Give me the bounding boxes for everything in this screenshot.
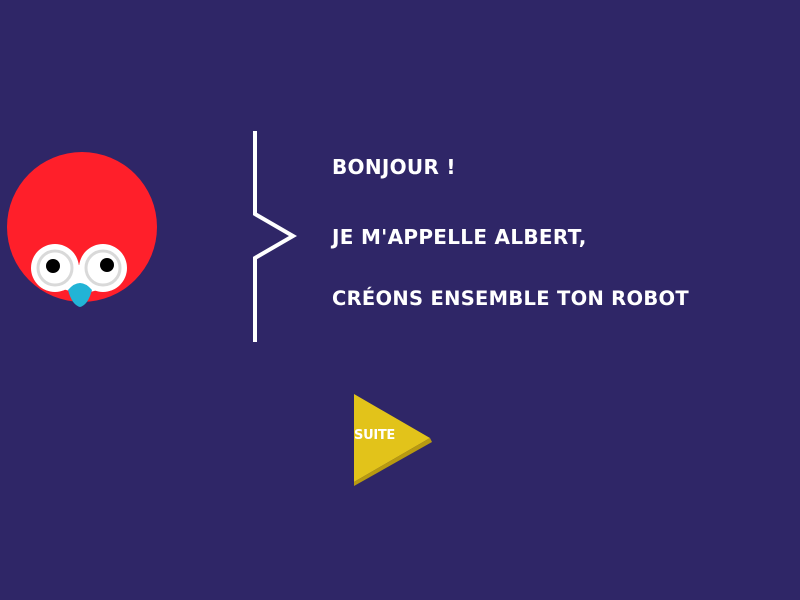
name-line: JE M'APPELLE ALBERT, <box>332 225 587 249</box>
next-button-label: SUITE <box>354 428 396 443</box>
next-button[interactable]: SUITE <box>350 392 434 488</box>
robot-mascot-icon <box>7 152 157 307</box>
mascot-beak <box>68 283 92 307</box>
speech-divider <box>253 131 297 342</box>
intro-screen: BONJOUR ! JE M'APPELLE ALBERT, CRÉONS EN… <box>0 0 800 600</box>
albert-mascot <box>0 150 170 320</box>
greeting-line: BONJOUR ! <box>332 155 456 179</box>
mascot-right-pupil <box>100 258 114 272</box>
invite-line: CRÉONS ENSEMBLE TON ROBOT <box>332 287 690 310</box>
mascot-left-pupil <box>46 259 60 273</box>
